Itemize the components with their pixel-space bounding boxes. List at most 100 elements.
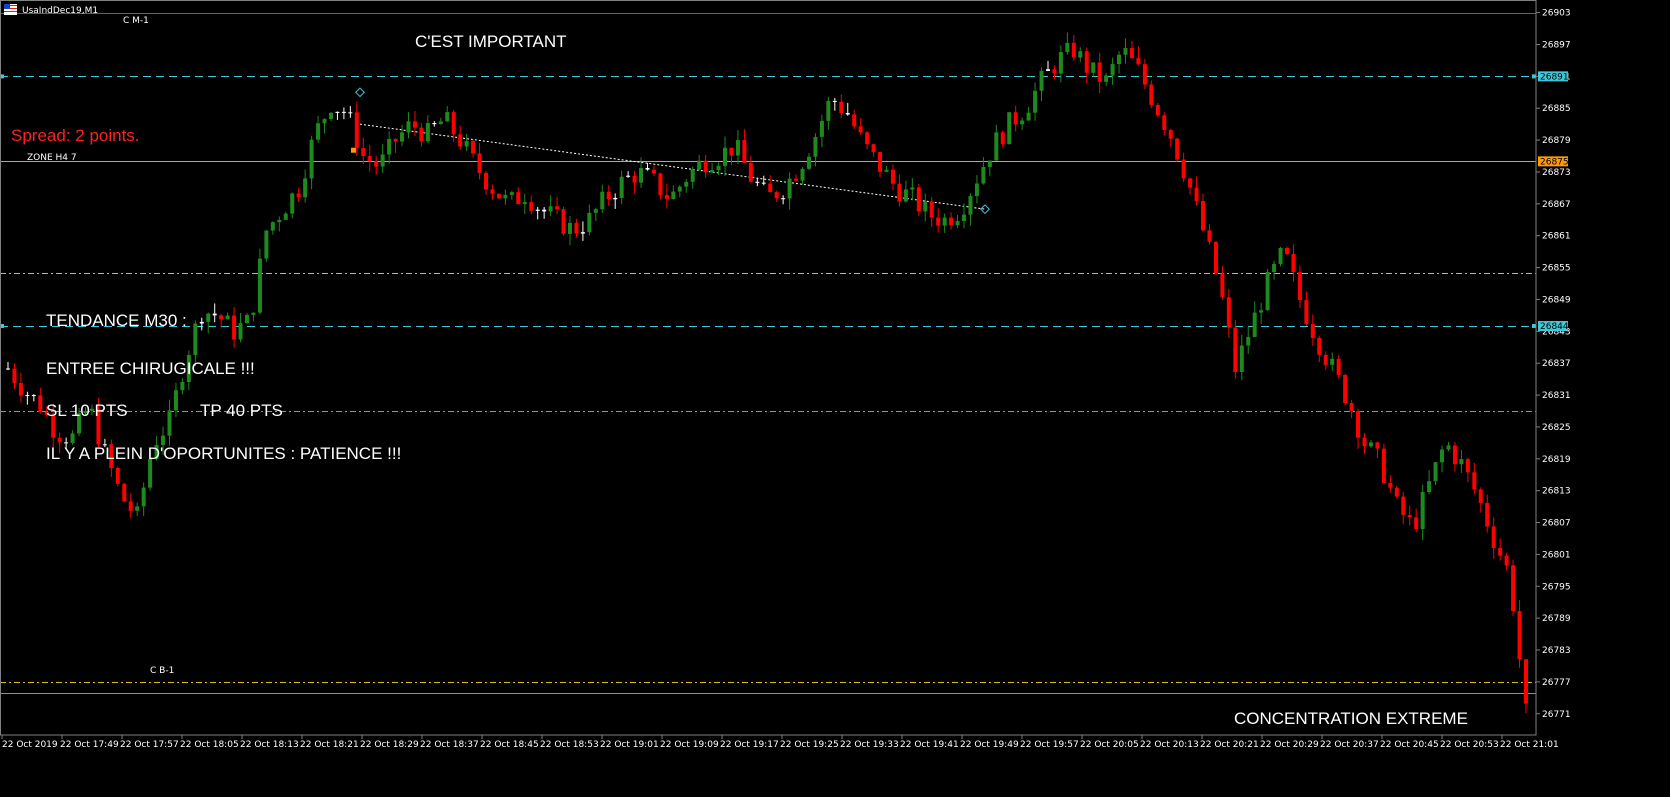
candle-body bbox=[1000, 132, 1005, 145]
candle bbox=[658, 172, 663, 200]
price-chart[interactable]: 26903 26897 26891 26885 26879 26873 26867 26861… bbox=[0, 0, 1670, 797]
candle-body bbox=[923, 201, 928, 212]
candle bbox=[477, 143, 482, 180]
candle-body bbox=[664, 195, 669, 200]
candle bbox=[206, 312, 211, 334]
candle-body bbox=[1071, 42, 1076, 58]
time-tick-label: 22 Oct 18:21 bbox=[300, 740, 359, 750]
candle bbox=[1013, 105, 1018, 132]
candle bbox=[1278, 246, 1283, 267]
candle-body bbox=[832, 100, 837, 102]
candle-body bbox=[1388, 482, 1393, 488]
cb1-label: C B-1 bbox=[150, 666, 175, 676]
time-tick-label: 22 Oct 19:57 bbox=[1020, 740, 1079, 750]
candle-body bbox=[245, 314, 250, 324]
time-tick-label: 22 Oct 19:17 bbox=[720, 740, 779, 750]
candle-body bbox=[845, 113, 850, 115]
candle-body bbox=[768, 183, 773, 193]
important-text: C'EST IMPORTANT bbox=[415, 32, 567, 51]
candle-body bbox=[1343, 374, 1348, 403]
candle bbox=[128, 493, 133, 519]
candle bbox=[690, 166, 695, 189]
candle bbox=[1394, 485, 1399, 499]
candle-body bbox=[1440, 449, 1445, 463]
price-tick-label: 26807 bbox=[1542, 519, 1571, 529]
candle-body bbox=[115, 468, 120, 484]
time-tick-label: 22 Oct 18:45 bbox=[480, 740, 539, 750]
price-tick-label: 26855 bbox=[1542, 264, 1571, 274]
candle bbox=[839, 94, 844, 119]
candle bbox=[322, 118, 327, 134]
candle-body bbox=[1194, 187, 1199, 202]
candle-body bbox=[70, 433, 75, 443]
candle-body bbox=[723, 147, 728, 166]
candle-body bbox=[1452, 445, 1457, 465]
candle-body bbox=[1045, 69, 1050, 71]
candle bbox=[787, 172, 792, 210]
candle-body bbox=[12, 368, 17, 384]
candle bbox=[270, 221, 275, 235]
candle bbox=[819, 114, 824, 148]
candle-body bbox=[1033, 90, 1038, 113]
candle-body bbox=[257, 258, 262, 313]
price-marker-label: 26891 bbox=[1540, 72, 1569, 82]
candle bbox=[1246, 326, 1251, 354]
candle-body bbox=[1013, 112, 1018, 125]
candle bbox=[1065, 32, 1070, 55]
candle-body bbox=[626, 175, 631, 177]
candle bbox=[949, 212, 954, 230]
candle-body bbox=[729, 147, 734, 156]
candle-body bbox=[309, 139, 314, 179]
candle bbox=[509, 190, 514, 200]
candle bbox=[1291, 244, 1296, 282]
candle bbox=[1498, 538, 1503, 561]
candle bbox=[1517, 600, 1522, 668]
candle bbox=[180, 378, 185, 395]
candle-body bbox=[1039, 70, 1044, 91]
candle bbox=[1104, 73, 1109, 86]
candle bbox=[1343, 373, 1348, 406]
candle-body bbox=[328, 112, 333, 120]
time-tick-label: 22 Oct 19:33 bbox=[840, 740, 899, 750]
candle bbox=[1388, 475, 1393, 493]
time-tick-label: 22 Oct 2019 bbox=[2, 740, 58, 750]
candle-body bbox=[800, 168, 805, 181]
candle bbox=[1201, 193, 1206, 233]
candle-body bbox=[1291, 254, 1296, 273]
time-tick-label: 22 Oct 19:41 bbox=[900, 740, 959, 750]
candle-body bbox=[238, 323, 243, 340]
candle bbox=[484, 170, 489, 195]
time-tick-label: 22 Oct 17:57 bbox=[120, 740, 179, 750]
candle bbox=[1272, 260, 1277, 280]
candle bbox=[916, 183, 921, 216]
candle-body bbox=[884, 169, 889, 172]
candle bbox=[1039, 67, 1044, 102]
candle bbox=[910, 178, 915, 201]
candle bbox=[555, 196, 560, 214]
candle bbox=[245, 312, 250, 324]
candle bbox=[1188, 177, 1193, 195]
candle bbox=[684, 179, 689, 193]
price-tick-label: 26837 bbox=[1542, 359, 1571, 369]
candle-body bbox=[1297, 272, 1302, 301]
candle bbox=[632, 171, 637, 194]
candle-body bbox=[135, 506, 140, 511]
candle bbox=[1265, 268, 1270, 311]
candle bbox=[303, 169, 308, 203]
price-tick-label: 26771 bbox=[1542, 710, 1571, 720]
candle-body bbox=[1504, 555, 1509, 566]
candle-body bbox=[794, 178, 799, 181]
candle-body bbox=[1155, 104, 1160, 116]
candle-body bbox=[1201, 201, 1206, 231]
candle bbox=[257, 248, 262, 315]
candle-body bbox=[1310, 323, 1315, 338]
candle bbox=[613, 193, 618, 209]
trendline bbox=[351, 87, 990, 215]
candle-body bbox=[122, 483, 127, 502]
candle bbox=[1149, 80, 1154, 108]
candle bbox=[936, 208, 941, 233]
candle bbox=[1194, 176, 1199, 206]
candle-body bbox=[451, 112, 456, 135]
candle bbox=[115, 466, 120, 487]
candle bbox=[283, 211, 288, 220]
